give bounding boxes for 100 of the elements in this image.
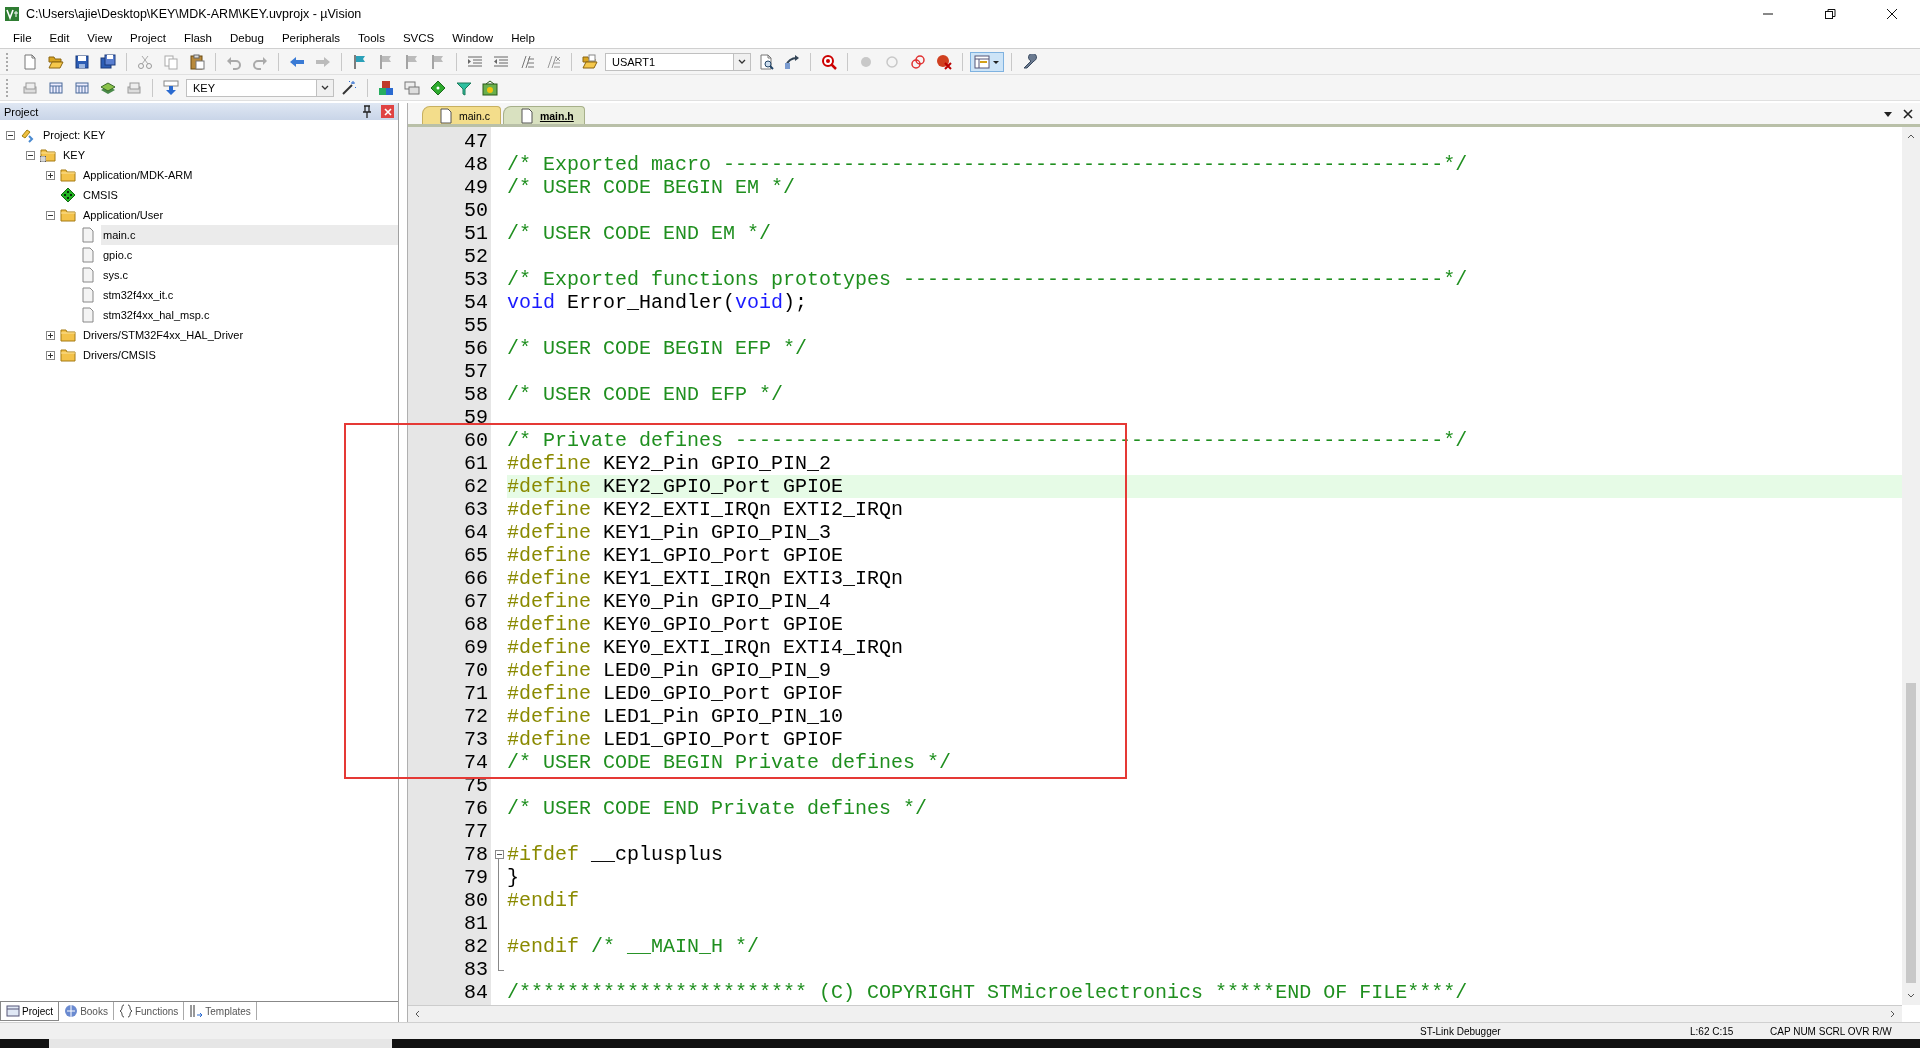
code-line: #define KEY2_EXTI_IRQn EXTI2_IRQn — [507, 498, 904, 521]
menu-item[interactable]: Flash — [174, 32, 221, 44]
restore-icon[interactable] — [1822, 6, 1838, 22]
cursor-position: L:62 C:15 — [1689, 1025, 1735, 1037]
rings-icon[interactable] — [910, 53, 926, 70]
vertical-scrollbar[interactable] — [1902, 127, 1920, 1005]
menu-item[interactable]: Edit — [40, 32, 79, 44]
menu-item[interactable]: Debug — [221, 32, 273, 44]
collapse-icon[interactable] — [6, 130, 15, 140]
expand-icon[interactable] — [46, 170, 55, 180]
line-number: 59 — [463, 406, 489, 429]
tree-item[interactable]: Project: KEY — [41, 125, 398, 145]
wrench-icon[interactable] — [1022, 53, 1038, 70]
clipboard-icon[interactable] — [189, 53, 205, 70]
file-tab[interactable]: main.h — [502, 106, 585, 124]
tree-item[interactable]: sys.c — [101, 265, 398, 285]
magic-wand-icon[interactable] — [341, 79, 357, 96]
menu-item[interactable]: Window — [443, 32, 503, 44]
blocks-icon[interactable] — [378, 79, 394, 96]
arrows-icon[interactable] — [784, 53, 800, 70]
close-icon[interactable] — [1902, 107, 1914, 120]
tree-item[interactable]: main.c — [101, 225, 398, 245]
menu-item[interactable]: Tools — [349, 32, 394, 44]
fold-toggle-icon[interactable] — [494, 850, 504, 859]
line-number: 58 — [463, 383, 489, 406]
code-line: /* USER CODE END EM */ — [507, 222, 772, 245]
line-number: 65 — [463, 544, 489, 567]
indent-icon[interactable] — [467, 53, 483, 70]
panel-tab[interactable]: Project — [0, 1002, 60, 1021]
floppy-disks-icon[interactable] — [100, 53, 116, 70]
diamond-icon — [60, 187, 76, 203]
menu-item[interactable]: Project — [121, 32, 175, 44]
find-in-files-icon[interactable] — [758, 53, 774, 70]
flag-icon[interactable] — [352, 53, 368, 70]
comment-lines-icon[interactable] — [519, 53, 535, 70]
grid-page-icon[interactable] — [74, 79, 90, 96]
line-number: 61 — [463, 452, 489, 475]
expand-icon[interactable] — [46, 330, 55, 340]
line-number: 82 — [463, 935, 489, 958]
horizontal-scrollbar[interactable] — [408, 1005, 1902, 1022]
tree-item[interactable]: KEY — [61, 145, 398, 165]
code-line: /* USER CODE END EFP */ — [507, 383, 784, 406]
grid-page-icon[interactable] — [48, 79, 64, 96]
debugger-status: ST-Link Debugger — [1419, 1025, 1502, 1037]
app-logo-icon — [4, 6, 20, 22]
collapse-icon[interactable] — [26, 150, 35, 160]
package-icon[interactable] — [482, 79, 498, 96]
uncomment-lines-icon[interactable] — [545, 53, 561, 70]
code-line: #define KEY2_Pin GPIO_PIN_2 — [507, 452, 832, 475]
folder-icon — [60, 167, 76, 183]
tree-item[interactable]: gpio.c — [101, 245, 398, 265]
download-arrow-icon[interactable] — [163, 79, 179, 96]
collapse-icon[interactable] — [46, 210, 55, 220]
tree-item[interactable]: stm32f4xx_hal_msp.c — [101, 305, 398, 325]
open-folder-icon[interactable] — [48, 53, 64, 70]
templates-icon — [189, 1003, 204, 1019]
blank-page-icon[interactable] — [22, 53, 38, 70]
close-icon[interactable] — [1884, 6, 1900, 22]
panel-tab[interactable]: Functions — [113, 1002, 185, 1020]
close-button[interactable] — [381, 105, 394, 118]
line-number: 70 — [463, 659, 489, 682]
line-number: 64 — [463, 521, 489, 544]
tree-item[interactable]: stm32f4xx_it.c — [101, 285, 398, 305]
menu-item[interactable]: Peripherals — [272, 32, 350, 44]
file-tab[interactable]: main.c — [422, 106, 501, 124]
tree-item[interactable]: Drivers/CMSIS — [81, 345, 398, 365]
line-number: 55 — [463, 314, 489, 337]
tree-item[interactable]: Drivers/STM32F4xx_HAL_Driver — [81, 325, 398, 345]
diamond-icon[interactable] — [430, 79, 446, 96]
tree-item[interactable]: Application/User — [81, 205, 398, 225]
menu-item[interactable]: View — [78, 32, 122, 44]
find-dropdown[interactable]: USART1 — [605, 52, 751, 71]
line-number: 53 — [463, 268, 489, 291]
code-line: #define LED1_GPIO_Port GPIOF — [507, 728, 844, 751]
open-folder-icon[interactable] — [582, 53, 598, 70]
tree-item[interactable]: CMSIS — [81, 185, 398, 205]
panel-tab[interactable]: Templates — [184, 1002, 257, 1020]
line-number: 77 — [463, 820, 489, 843]
tree-item[interactable]: Application/MDK-ARM — [81, 165, 398, 185]
windows-icon[interactable] — [404, 79, 420, 96]
panel-tab[interactable]: Books — [59, 1002, 114, 1020]
menu-item[interactable]: Help — [502, 32, 544, 44]
menu-item[interactable]: SVCS — [393, 32, 444, 44]
expand-icon[interactable] — [46, 350, 55, 360]
scroll-thumb[interactable] — [1906, 683, 1916, 983]
target-dropdown[interactable]: KEY — [186, 78, 334, 97]
code-line: #define KEY1_Pin GPIO_PIN_3 — [507, 521, 832, 544]
code-line: /* USER CODE BEGIN Private defines */ — [507, 751, 952, 774]
code-line: #endif /* __MAIN_H */ — [507, 935, 760, 958]
debug-icon[interactable] — [821, 53, 837, 70]
cross-circle-icon[interactable] — [936, 53, 952, 70]
code-line: /* Exported macro ------------------------------------------------------------*/ — [507, 153, 1468, 176]
outdent-icon[interactable] — [493, 53, 509, 70]
code-line: #define KEY0_EXTI_IRQn EXTI4_IRQn — [507, 636, 904, 659]
window-layout-button[interactable] — [970, 51, 1004, 72]
menu-item[interactable]: File — [4, 32, 41, 44]
code-line: } — [507, 866, 519, 889]
keyboard-indicators: CAP NUM SCRL OVR R/W — [1769, 1025, 1893, 1037]
funnel-icon[interactable] — [456, 79, 472, 96]
line-number: 51 — [463, 222, 489, 245]
